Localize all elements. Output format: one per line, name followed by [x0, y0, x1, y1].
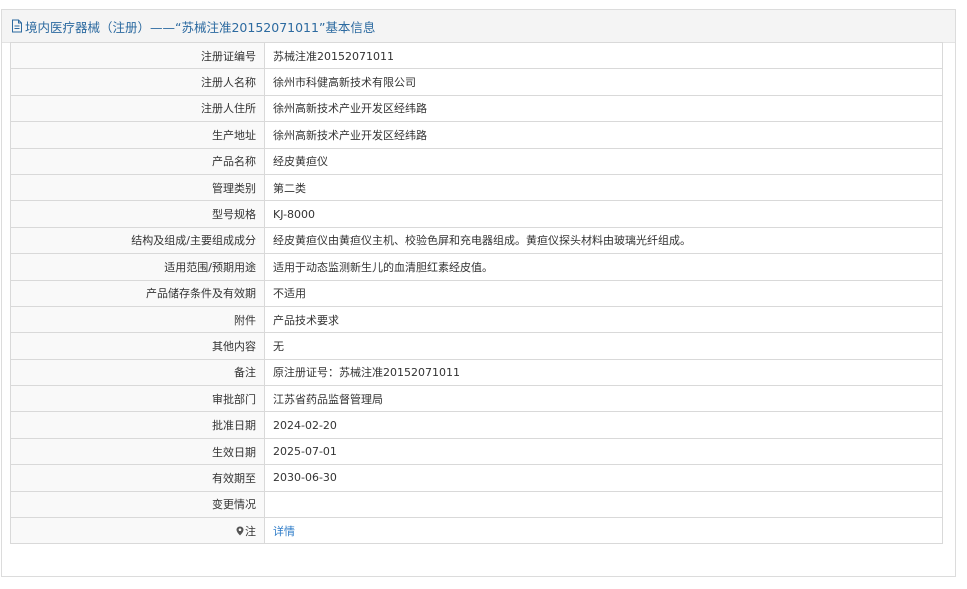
table-row: 注册人名称 徐州市科健高新技术有限公司: [10, 68, 943, 96]
row-value: 原注册证号：苏械注准20152071011: [264, 358, 943, 387]
row-label: 注册证编号: [10, 41, 265, 70]
row-value: 苏械注准20152071011: [264, 41, 943, 70]
panel-header: 境内医疗器械（注册）——“苏械注准20152071011”基本信息: [2, 10, 955, 43]
row-label: 变更情况: [10, 490, 265, 519]
table-row: 备注 原注册证号：苏械注准20152071011: [10, 358, 943, 387]
table-row: 附件 产品技术要求: [10, 305, 943, 334]
table-row: 其他内容无: [10, 332, 943, 360]
table-row: 变更情况: [10, 490, 943, 519]
table-row: 结构及组成/主要组成成分 经皮黄疸仪由黄疸仪主机、校验色屏和充电器组成。黄疸仪探头…: [10, 226, 943, 255]
row-label: 产品名称: [10, 147, 265, 175]
table-row: 注册证编号 苏械注准20152071011: [10, 41, 943, 70]
location-pin-icon: [236, 526, 244, 536]
row-value: 徐州市科健高新技术有限公司: [264, 68, 943, 96]
row-value: KJ-8000: [264, 200, 943, 228]
row-value: 适用于动态监测新生儿的血清胆红素经皮值。: [264, 253, 943, 281]
row-value: 不适用: [264, 279, 943, 307]
row-label: 批准日期: [10, 411, 265, 439]
table-row: 产品名称 经皮黄疸仪: [10, 147, 943, 175]
row-label: 注册人住所: [10, 94, 265, 123]
row-value: 徐州高新技术产业开发区经纬路: [264, 94, 943, 123]
table-row: 产品储存条件及有效期 不适用: [10, 279, 943, 307]
row-value: 经皮黄疸仪: [264, 147, 943, 175]
row-label: 产品储存条件及有效期: [10, 279, 265, 307]
row-label: 注册人名称: [10, 68, 265, 96]
table-row: 管理类别 第二类: [10, 173, 943, 202]
table-row: 适用范围/预期用途 适用于动态监测新生儿的血清胆红素经皮值。: [10, 253, 943, 281]
page-title: 境内医疗器械（注册）——“苏械注准20152071011”基本信息: [25, 19, 376, 35]
row-label: 管理类别: [10, 173, 265, 202]
row-label: 有效期至: [10, 464, 265, 492]
row-value: 徐州高新技术产业开发区经纬路: [264, 121, 943, 149]
table-row: 审批部门 江苏省药品监督管理局: [10, 385, 943, 413]
row-value: 经皮黄疸仪由黄疸仪主机、校验色屏和充电器组成。黄疸仪探头材料由玻璃光纤组成。: [264, 226, 943, 255]
row-label: 生效日期: [10, 437, 265, 466]
table-row: 生效日期 2025-07-01: [10, 437, 943, 466]
row-label: 型号规格: [10, 200, 265, 228]
note-label: 注: [245, 524, 256, 538]
row-value: 2025-07-01: [264, 437, 943, 466]
info-table: 注册证编号 苏械注准20152071011 注册人名称 徐州市科健高新技术有限公司 注册…: [10, 41, 943, 545]
row-label: 备注: [10, 358, 265, 387]
row-value: [264, 490, 943, 519]
row-value: 2024-02-20: [264, 411, 943, 439]
row-label: 审批部门: [10, 385, 265, 413]
row-value: 无: [264, 332, 943, 360]
details-link[interactable]: 详情: [273, 525, 295, 538]
table-row: 生产地址 徐州高新技术产业开发区经纬路: [10, 121, 943, 149]
row-label: 其他内容: [10, 332, 265, 360]
row-label: 结构及组成/主要组成成分: [10, 226, 265, 255]
note-row: 注 详情: [10, 517, 943, 545]
row-label: 生产地址: [10, 121, 265, 149]
table-row: 注册人住所 徐州高新技术产业开发区经纬路: [10, 94, 943, 123]
row-value: 江苏省药品监督管理局: [264, 385, 943, 413]
document-icon: [11, 19, 23, 33]
row-value: 第二类: [264, 173, 943, 202]
table-row: 型号规格 KJ-8000: [10, 200, 943, 228]
row-label: 适用范围/预期用途: [10, 253, 265, 281]
table-row: 有效期至 2030-06-30: [10, 464, 943, 492]
note-label-cell: 注: [10, 517, 265, 545]
row-value: 产品技术要求: [264, 305, 943, 334]
row-value: 2030-06-30: [264, 464, 943, 492]
row-label: 附件: [10, 305, 265, 334]
note-value-cell: 详情: [264, 517, 943, 545]
table-row: 批准日期 2024-02-20: [10, 411, 943, 439]
